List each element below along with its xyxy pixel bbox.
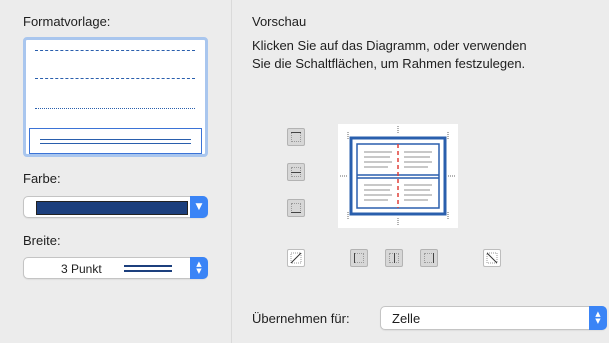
grid-icon [354, 253, 364, 263]
apply-to-popup[interactable]: Zelle ▲ ▼ [380, 306, 607, 330]
diagonal-up-icon [290, 252, 302, 264]
border-preview[interactable] [338, 124, 458, 228]
table-preview-graphic [340, 126, 456, 226]
width-value: 3 Punkt [61, 262, 102, 276]
width-line-sample [124, 265, 172, 272]
right-border-button[interactable] [420, 249, 438, 267]
color-label: Farbe: [23, 171, 61, 186]
line-style-list[interactable] [23, 37, 208, 157]
diagonal-up-border-button[interactable] [287, 249, 305, 267]
panel-divider [231, 0, 232, 343]
diagonal-down-icon [486, 252, 498, 264]
line-style-dash-dot[interactable] [35, 78, 195, 79]
updown-chevron-icon[interactable]: ▲ ▼ [190, 257, 208, 279]
color-swatch [36, 201, 188, 215]
apply-value: Zelle [392, 311, 421, 326]
color-popup[interactable]: ▼ [23, 196, 208, 218]
preview-title: Vorschau [252, 14, 307, 29]
style-label: Formatvorlage: [23, 14, 111, 29]
double-line-sample [40, 139, 191, 144]
instructions-line-2: Sie die Schaltflächen, um Rahmen festzul… [252, 56, 526, 71]
bottom-border-button[interactable] [287, 199, 305, 217]
vertical-line-icon [394, 253, 395, 263]
width-label: Breite: [23, 233, 61, 248]
updown-chevron-icon[interactable]: ▲ ▼ [589, 306, 607, 330]
right-border-icon [433, 253, 434, 263]
apply-label: Übernehmen für: [252, 311, 350, 326]
chevron-down-icon[interactable]: ▼ [190, 196, 208, 218]
line-style-dashed[interactable] [35, 50, 195, 51]
width-popup[interactable]: 3 Punkt ▲ ▼ [23, 257, 208, 279]
bottom-border-icon [291, 212, 301, 213]
inner-horizontal-border-button[interactable] [287, 163, 305, 181]
top-border-icon [291, 132, 301, 133]
horizontal-line-icon [291, 172, 301, 173]
left-border-icon [354, 253, 355, 263]
top-border-button[interactable] [287, 128, 305, 146]
inner-vertical-border-button[interactable] [385, 249, 403, 267]
line-style-dash-dot-dot[interactable] [35, 108, 195, 109]
instructions-line-1: Klicken Sie auf das Diagramm, oder verwe… [252, 38, 527, 53]
line-style-double-selected[interactable] [29, 128, 202, 154]
left-border-button[interactable] [350, 249, 368, 267]
diagonal-down-border-button[interactable] [483, 249, 501, 267]
grid-icon [291, 132, 301, 142]
